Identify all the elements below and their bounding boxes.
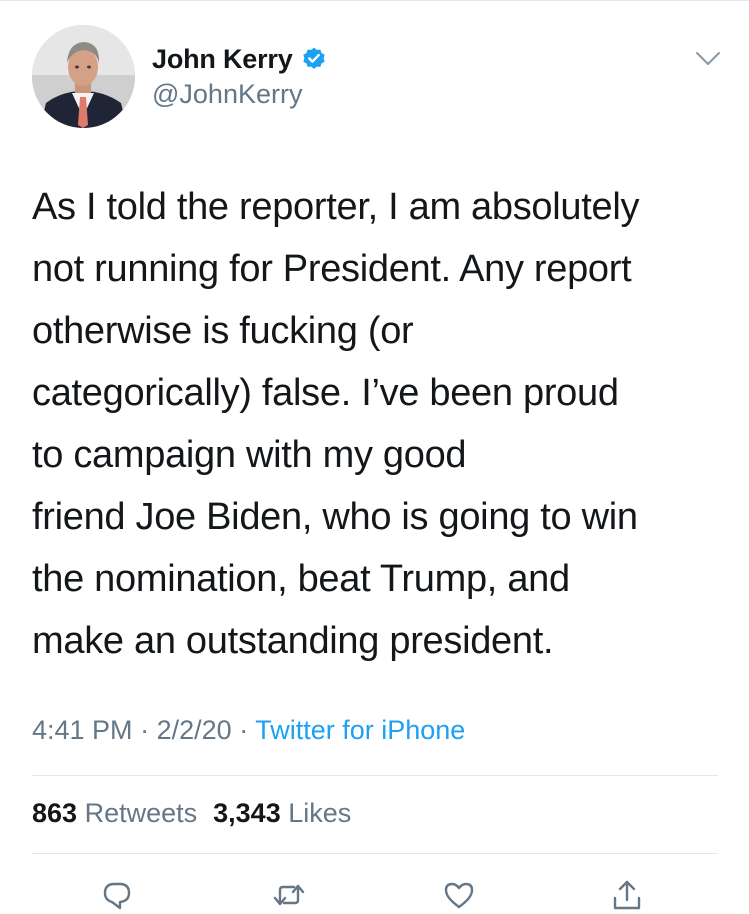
tweet-text-line: the nomination, beat Trump, and	[32, 558, 570, 600]
tweet-time[interactable]: 4:41 PM	[32, 715, 133, 745]
author-name-row[interactable]: John Kerry	[152, 42, 327, 76]
tweet-text-line: not running for President. Any report	[32, 248, 632, 290]
tweet-stats: 863 Retweets 3,343 Likes	[32, 798, 351, 829]
tweet-text-line: make an outstanding president.	[32, 620, 554, 662]
tweet-text-line: As I told the reporter, I am absolutely	[32, 186, 640, 228]
meta-separator: ·	[239, 715, 249, 745]
likes-label: Likes	[288, 798, 352, 828]
avatar[interactable]	[32, 25, 135, 128]
chevron-down-icon[interactable]	[694, 49, 722, 69]
heart-icon[interactable]	[442, 878, 476, 912]
divider	[32, 775, 718, 776]
tweet-text: As I told the reporter, I am absolutely …	[32, 176, 732, 672]
share-icon[interactable]	[610, 878, 644, 912]
avatar-photo	[32, 25, 135, 128]
tweet-date[interactable]: 2/2/20	[157, 715, 232, 745]
retweets-stat[interactable]: 863 Retweets	[32, 798, 197, 828]
reply-icon[interactable]	[100, 878, 134, 912]
tweet-text-line: categorically) false. I’ve been proud	[32, 372, 619, 414]
retweets-count: 863	[32, 798, 78, 828]
meta-separator: ·	[140, 715, 150, 745]
retweets-label: Retweets	[84, 798, 198, 828]
likes-stat[interactable]: 3,343 Likes	[213, 798, 351, 828]
tweet-text-line: to campaign with my good	[32, 434, 467, 476]
verified-badge-icon	[301, 46, 327, 72]
tweet-source-link[interactable]: Twitter for iPhone	[255, 715, 465, 745]
likes-count: 3,343	[213, 798, 281, 828]
retweet-icon[interactable]	[272, 878, 306, 912]
tweet-text-line: otherwise is fucking (or	[32, 310, 414, 352]
tweet-detail: John Kerry @JohnKerry As I told the repo…	[0, 0, 749, 914]
action-bar	[0, 870, 749, 914]
divider	[32, 853, 718, 854]
display-name[interactable]: John Kerry	[152, 44, 293, 75]
tweet-text-line: friend Joe Biden, who is going to win	[32, 496, 638, 538]
top-border	[0, 0, 749, 1]
tweet-meta: 4:41 PM · 2/2/20 · Twitter for iPhone	[32, 715, 465, 746]
user-handle[interactable]: @JohnKerry	[152, 79, 302, 110]
